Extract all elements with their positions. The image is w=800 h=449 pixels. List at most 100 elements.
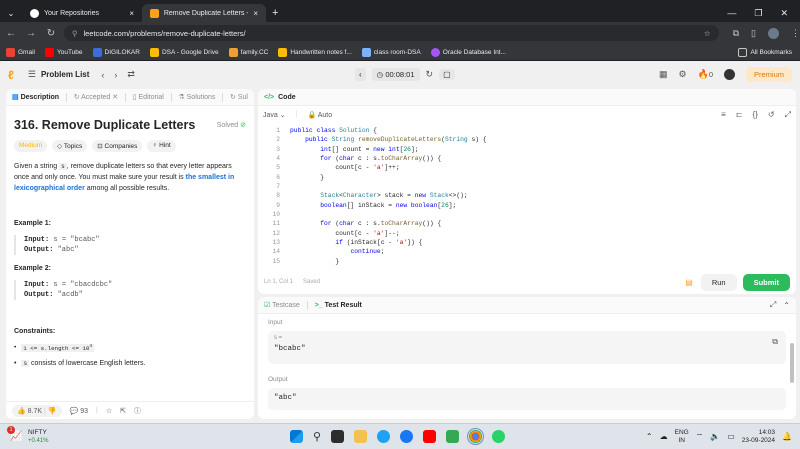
- new-tab-button[interactable]: +: [266, 4, 284, 22]
- site-info-icon[interactable]: ⚲: [72, 29, 78, 38]
- shuffle-icon[interactable]: ⇄: [127, 69, 135, 80]
- nifty-widget[interactable]: 📈 1 NIFTY +0.41%: [0, 425, 49, 445]
- bookmark-digilokar[interactable]: DIGILOKAR: [92, 47, 140, 57]
- app-icon[interactable]: [331, 430, 345, 443]
- bookmark-icon[interactable]: ⊏: [736, 110, 743, 120]
- scrollbar[interactable]: [790, 343, 794, 383]
- youtube-icon[interactable]: [423, 430, 437, 443]
- comments-button[interactable]: 💬 93: [70, 407, 88, 415]
- tab-solutions[interactable]: ⚗ Solutions: [178, 93, 215, 101]
- layout-icon[interactable]: ▦: [659, 69, 668, 80]
- drive-icon[interactable]: [446, 430, 460, 443]
- tab-search-icon[interactable]: ⌄: [0, 4, 22, 22]
- whatsapp-icon[interactable]: [492, 430, 506, 443]
- reset-code-icon[interactable]: ↺: [768, 110, 775, 120]
- restore-icon[interactable]: ❐: [754, 8, 762, 19]
- close-window-icon[interactable]: ✕: [780, 8, 788, 19]
- forward-icon[interactable]: →: [24, 28, 38, 39]
- bookmark-label: Oracle Database Int...: [442, 48, 506, 56]
- language-indicator[interactable]: ENG IN: [675, 429, 689, 445]
- autocomplete-toggle[interactable]: 🔒 Auto: [307, 111, 332, 119]
- copy-icon[interactable]: ⧉: [772, 337, 778, 347]
- notifications-bell-icon[interactable]: 🔔: [782, 432, 792, 441]
- back-icon[interactable]: ←: [4, 28, 18, 39]
- reload-icon[interactable]: ↻: [44, 28, 58, 39]
- code-editor[interactable]: 1 public class Solution { 2 public String…: [258, 123, 796, 266]
- leetcode-logo-icon[interactable]: ℓ: [8, 68, 14, 82]
- close-tab-icon[interactable]: ×: [253, 9, 258, 18]
- all-bookmarks[interactable]: All Bookmarks: [738, 47, 800, 57]
- bookmark-handwritten[interactable]: Handwritten notes f...: [278, 47, 352, 57]
- onedrive-icon[interactable]: ☁: [660, 432, 668, 441]
- share-icon[interactable]: ⇱: [120, 407, 126, 415]
- battery-icon[interactable]: ▭: [727, 432, 735, 441]
- premium-button[interactable]: Premium: [745, 67, 792, 82]
- bookmark-gmail[interactable]: Gmail: [6, 47, 35, 57]
- nifty-label: NIFTY: [28, 428, 47, 436]
- wifi-icon[interactable]: ⌔: [696, 432, 704, 442]
- timer-collapse-icon[interactable]: ‹: [355, 68, 366, 81]
- windows-start-icon[interactable]: [290, 430, 303, 443]
- bookmark-family[interactable]: family.CC: [228, 47, 268, 57]
- tab-test-result[interactable]: >_ Test Result: [315, 302, 362, 309]
- expand-icon[interactable]: ⤢: [770, 300, 776, 310]
- lock-icon: 🔒: [307, 111, 317, 119]
- like-button[interactable]: 👍 8.7K | 👎: [12, 404, 62, 417]
- chrome-icon[interactable]: [467, 428, 485, 445]
- thumbs-down-icon[interactable]: 👎: [48, 408, 57, 415]
- menu-icon[interactable]: ⋮: [791, 28, 800, 39]
- time: 14:03: [758, 428, 776, 436]
- submit-button[interactable]: Submit: [742, 273, 790, 291]
- user-avatar[interactable]: [723, 69, 735, 80]
- notes-icon[interactable]: ▢: [439, 69, 455, 80]
- code-line: 3 int[] count = new int[26];: [276, 145, 419, 153]
- bookmark-dsa-drive[interactable]: DSA - Google Drive: [149, 47, 219, 57]
- bookmark-youtube[interactable]: YouTube: [44, 47, 83, 57]
- volume-icon[interactable]: 🔈: [710, 432, 720, 441]
- clock[interactable]: 14:03 23-09-2024: [742, 429, 775, 445]
- problem-title[interactable]: 316. Remove Duplicate Letters: [14, 118, 195, 132]
- favorite-star-icon[interactable]: ☆: [106, 407, 112, 415]
- run-button[interactable]: Run: [700, 273, 737, 291]
- fullscreen-icon[interactable]: ⤢: [785, 110, 791, 120]
- problem-list-link[interactable]: Problem List: [41, 70, 89, 79]
- search-icon[interactable]: ⚲: [313, 430, 321, 443]
- streak-count: 0: [708, 70, 713, 79]
- settings-icon[interactable]: ⚙: [679, 69, 687, 80]
- bookmark-classroom[interactable]: class room-DSA: [361, 47, 421, 57]
- pill-label: Hint: [159, 142, 171, 149]
- language-select[interactable]: Java ⌄: [263, 111, 286, 119]
- reset-timer-icon[interactable]: ↻: [426, 69, 434, 80]
- chevron-up-icon[interactable]: ⌃: [646, 432, 653, 441]
- tab-accepted[interactable]: ↻ Accepted ✕: [74, 93, 118, 101]
- next-problem-icon[interactable]: ›: [114, 70, 117, 80]
- tab-remove-duplicate-letters[interactable]: Remove Duplicate Letters - Lee ×: [142, 4, 266, 22]
- format-icon[interactable]: ≡: [721, 110, 726, 120]
- bookmark-star-icon[interactable]: ☆: [704, 29, 711, 38]
- prev-problem-icon[interactable]: ‹: [101, 70, 104, 80]
- companies-pill[interactable]: ⊡ Companies: [92, 140, 143, 152]
- streak[interactable]: 🔥0: [698, 69, 713, 80]
- topics-pill[interactable]: ◇ Topics: [52, 140, 88, 152]
- tab-your-repositories[interactable]: Your Repositories ×: [22, 4, 142, 22]
- timer[interactable]: ◷ 00:08:01: [371, 68, 420, 81]
- close-tab-icon[interactable]: ×: [129, 9, 134, 18]
- help-icon[interactable]: ⓘ: [134, 406, 141, 416]
- edge-icon[interactable]: [377, 430, 391, 443]
- sidebar-icon[interactable]: ▯: [751, 28, 756, 39]
- collapse-icon[interactable]: ⌃: [783, 301, 790, 310]
- tab-editorial[interactable]: ▯ Editorial: [133, 93, 164, 101]
- facebook-icon[interactable]: [400, 430, 414, 443]
- braces-icon[interactable]: {}: [753, 110, 758, 120]
- bookmark-oracle[interactable]: Oracle Database Int...: [430, 47, 506, 57]
- tab-testcase[interactable]: ☑ Testcase: [264, 301, 300, 309]
- profile-avatar[interactable]: [767, 27, 779, 39]
- url-field[interactable]: ⚲ leetcode.com/problems/remove-duplicate…: [63, 25, 719, 41]
- tab-description[interactable]: ▤ Description: [12, 93, 59, 101]
- extensions-icon[interactable]: ⧉: [733, 28, 739, 39]
- file-explorer-icon[interactable]: [354, 430, 368, 443]
- hint-pill[interactable]: ♀ Hint: [147, 140, 176, 152]
- minimize-icon[interactable]: —: [727, 8, 736, 18]
- tab-submissions[interactable]: ↻ Sul: [230, 93, 248, 101]
- notes-icon[interactable]: ▤: [685, 278, 693, 287]
